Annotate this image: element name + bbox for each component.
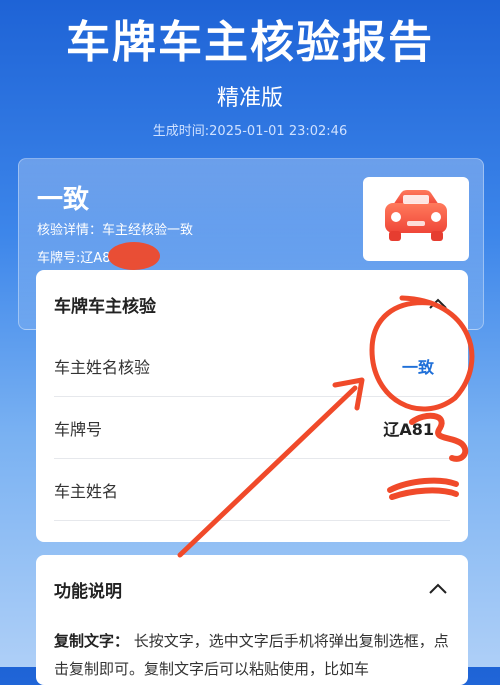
summary-detail-value: 车主经核验一致 bbox=[102, 223, 194, 238]
description-label: 复制文字： bbox=[54, 632, 130, 650]
car-icon bbox=[385, 190, 447, 241]
summary-detail-label: 核验详情： bbox=[37, 223, 103, 238]
summary-plate-value: 辽A8 bbox=[80, 251, 111, 266]
verification-card: 车牌车主核验 车主姓名核验 一致 车牌号 辽A81 车主姓名 bbox=[36, 270, 468, 542]
chevron-up-icon[interactable] bbox=[426, 292, 450, 316]
row-value: 辽A81 bbox=[383, 420, 434, 439]
report-version: 精准版 bbox=[216, 86, 283, 111]
row-value: 一致 bbox=[401, 358, 434, 377]
function-card-title: 功能说明 bbox=[54, 582, 122, 602]
verification-card-header[interactable]: 车牌车主核验 bbox=[36, 270, 468, 334]
table-row: 车牌号 辽A81 bbox=[54, 396, 450, 459]
table-row: 车主姓名 bbox=[54, 458, 450, 521]
function-card: 功能说明 复制文字： 长按文字，选中文字后手机将弹出复制选框，点击复制即可。复制… bbox=[36, 555, 468, 685]
function-description: 复制文字： 长按文字，选中文字后手机将弹出复制选框，点击复制即可。复制文字后可以… bbox=[54, 627, 450, 683]
table-row: 车主姓名核验 一致 bbox=[54, 334, 450, 397]
generated-time-value: 2025-01-01 23:02:46 bbox=[209, 124, 348, 139]
generated-time-label: 生成时间: bbox=[152, 124, 210, 139]
row-label: 车牌号 bbox=[54, 420, 103, 439]
summary-plate-label: 车牌号: bbox=[37, 251, 81, 266]
summary-status: 一致 bbox=[37, 185, 90, 215]
row-label: 车主姓名 bbox=[54, 482, 119, 501]
verification-card-title: 车牌车主核验 bbox=[54, 297, 156, 317]
summary-plate: 车牌号:辽A8 bbox=[37, 247, 111, 266]
generated-time: 生成时间:2025-01-01 23:02:46 bbox=[0, 120, 500, 139]
car-illustration bbox=[363, 177, 469, 261]
function-card-header[interactable]: 功能说明 bbox=[36, 555, 468, 619]
page-title: 车牌车主核验报告 bbox=[66, 17, 434, 68]
row-label: 车主姓名核验 bbox=[54, 358, 151, 377]
chevron-up-icon[interactable] bbox=[426, 577, 450, 601]
summary-detail: 核验详情：车主经核验一致 bbox=[37, 219, 193, 238]
